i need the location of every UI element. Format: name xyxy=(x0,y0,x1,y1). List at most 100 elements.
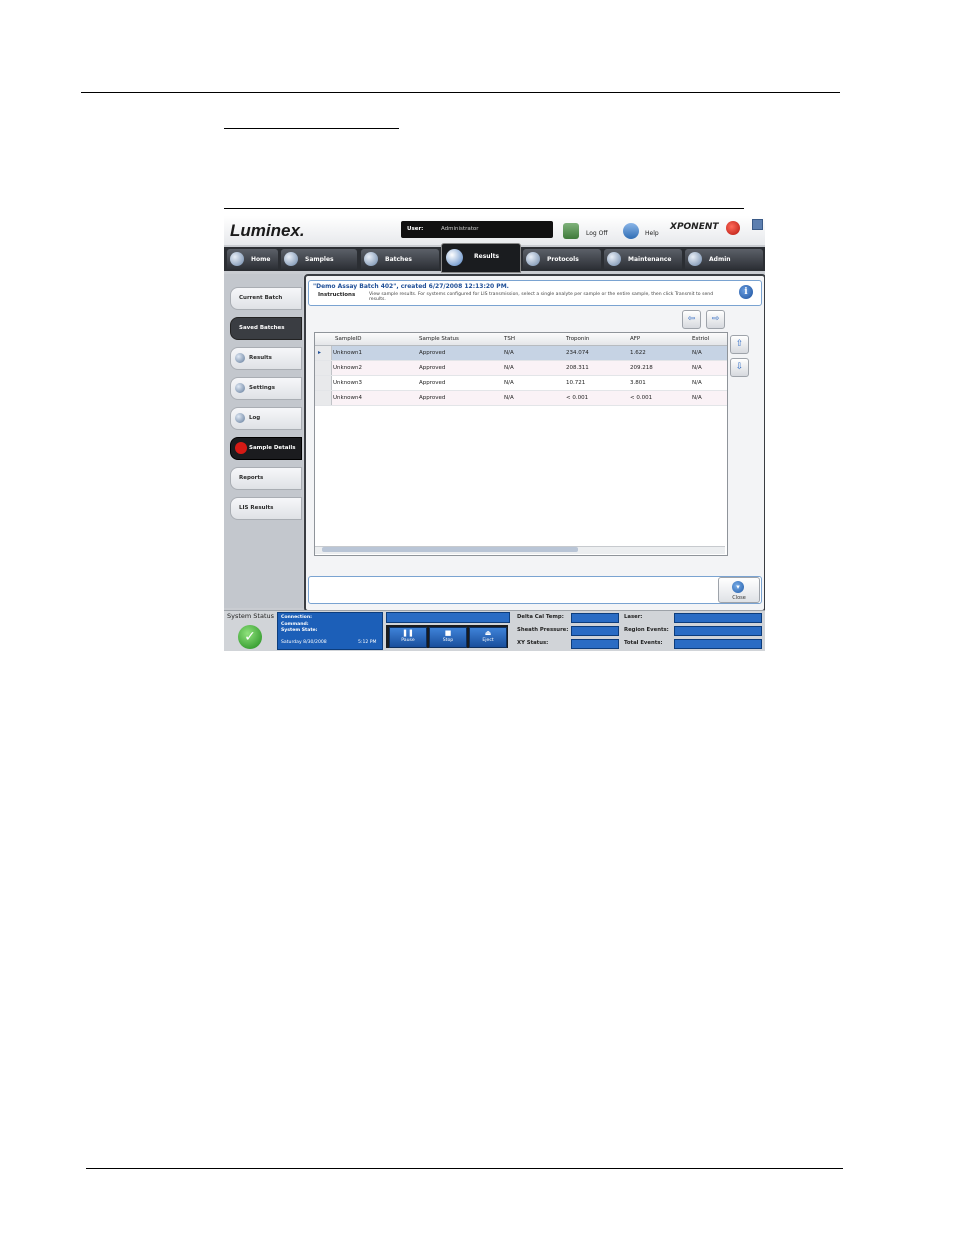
cell: 209.218 xyxy=(630,365,653,371)
sidebar-item-lis-results[interactable]: LIS Results xyxy=(230,497,302,520)
laser-label: Laser: xyxy=(624,614,643,620)
luminex-logo: Luminex. xyxy=(230,221,305,240)
batch-title: "Demo Assay Batch 402", created 6/27/200… xyxy=(313,283,509,290)
cell: N/A xyxy=(692,365,702,371)
column-header[interactable]: TSH xyxy=(504,336,515,342)
sidebar-item-log[interactable]: Log xyxy=(230,407,302,430)
table-row[interactable]: ▸ Unknown1 Approved N/A 234.074 1.622 N/… xyxy=(315,346,727,361)
tab-label: Batches xyxy=(385,256,412,263)
tab-label: Home xyxy=(251,256,271,263)
eject-label: Eject xyxy=(482,638,494,643)
sidebar-item-label: LIS Results xyxy=(239,505,274,511)
tab-protocols[interactable]: Protocols xyxy=(523,249,601,269)
row-selector[interactable] xyxy=(315,376,332,390)
up-arrow-button[interactable]: ⇧ xyxy=(730,335,749,354)
tab-maintenance[interactable]: Maintenance xyxy=(604,249,682,269)
instructions-text: View sample results. For systems configu… xyxy=(369,292,714,303)
cell: Approved xyxy=(419,365,446,371)
close-button[interactable]: ▾ Close xyxy=(718,577,760,603)
column-header[interactable]: Sample Status xyxy=(419,336,459,342)
help-icon[interactable] xyxy=(623,223,639,239)
samples-icon xyxy=(284,252,298,266)
system-state-label: System State: xyxy=(281,628,318,633)
info-icon[interactable]: i xyxy=(739,285,753,299)
logoff-icon[interactable] xyxy=(563,223,579,239)
user-label: User: xyxy=(407,226,424,232)
table-row[interactable]: Unknown3 Approved N/A 10.721 3.801 N/A xyxy=(315,376,727,391)
column-header[interactable]: Troponin xyxy=(566,336,589,342)
total-events-label: Total Events: xyxy=(624,640,663,646)
maintenance-icon xyxy=(607,252,621,266)
table-row[interactable]: Unknown4 Approved N/A < 0.001 < 0.001 N/… xyxy=(315,391,727,406)
logoff-button[interactable]: Log Off xyxy=(586,230,607,237)
cell: Unknown4 xyxy=(333,395,363,401)
cell: Approved xyxy=(419,395,446,401)
status-time: 5:12 PM xyxy=(358,640,377,645)
sidebar-item-label: Settings xyxy=(249,385,275,391)
column-header[interactable]: AFP xyxy=(630,336,640,342)
tab-admin[interactable]: Admin xyxy=(685,249,763,269)
cell: < 0.001 xyxy=(566,395,589,401)
scrollbar-thumb[interactable] xyxy=(322,547,578,552)
sidebar-item-label: Sample Details xyxy=(249,445,296,451)
eject-button[interactable]: ⏏ Eject xyxy=(469,627,507,648)
tab-home[interactable]: Home xyxy=(227,249,278,269)
command-label: Command: xyxy=(281,622,309,627)
xponent-window: Luminex. User: Administrator Log Off Hel… xyxy=(224,216,765,651)
connection-panel: Connection: Command: System State: Satur… xyxy=(277,612,383,650)
sheath-pressure-value xyxy=(571,626,619,636)
cell: Approved xyxy=(419,350,446,356)
results-grid: SampleID Sample Status TSH Troponin AFP … xyxy=(314,332,728,556)
sidebar-item-current-batch[interactable]: Current Batch xyxy=(230,287,302,310)
right-arrow-button[interactable]: ⇨ xyxy=(706,310,725,329)
region-events-label: Region Events: xyxy=(624,627,669,633)
sidebar-item-results[interactable]: Results xyxy=(230,347,302,370)
sidebar-item-label: Current Batch xyxy=(239,295,283,301)
panel-footer xyxy=(308,576,762,604)
row-selector[interactable] xyxy=(315,391,332,405)
column-header[interactable]: Estriol xyxy=(692,336,709,342)
pause-button[interactable]: ❚❚ Pause xyxy=(389,627,427,648)
xy-status-label: XY Status: xyxy=(517,640,549,646)
system-status-label: System Status xyxy=(227,612,275,620)
pause-label: Pause xyxy=(401,638,415,643)
row-selector[interactable] xyxy=(315,361,332,375)
close-icon: ▾ xyxy=(732,581,744,593)
results-icon xyxy=(446,249,463,266)
cell: N/A xyxy=(692,350,702,356)
tab-samples[interactable]: Samples xyxy=(281,249,357,269)
sidebar-item-label: Saved Batches xyxy=(239,325,285,331)
connection-label: Connection: xyxy=(281,615,312,620)
instructions-label: Instructions xyxy=(318,292,356,298)
settings-sub-icon xyxy=(235,383,245,393)
heading-underline xyxy=(224,128,399,129)
help-button[interactable]: Help xyxy=(645,230,659,237)
cell: 1.622 xyxy=(630,350,646,356)
delta-cal-temp-label: Delta Cal Temp: xyxy=(517,614,564,620)
sidebar-item-label: Results xyxy=(249,355,272,361)
row-pointer-icon: ▸ xyxy=(318,349,322,356)
left-arrow-button[interactable]: ⇦ xyxy=(682,310,701,329)
check-icon[interactable]: ✓ xyxy=(238,625,262,649)
down-arrow-button[interactable]: ⇩ xyxy=(730,358,749,377)
tab-label: Admin xyxy=(709,256,731,263)
progress-bar xyxy=(386,612,510,623)
sidebar-item-saved-batches[interactable]: Saved Batches xyxy=(230,317,302,340)
tab-batches[interactable]: Batches xyxy=(361,249,439,269)
xy-status-value xyxy=(571,639,619,649)
table-row[interactable]: Unknown2 Approved N/A 208.311 209.218 N/… xyxy=(315,361,727,376)
cell: 10.721 xyxy=(566,380,586,386)
stop-button[interactable]: ■ Stop xyxy=(429,627,467,648)
sidebar-item-sample-details[interactable]: Sample Details xyxy=(230,437,302,460)
column-header[interactable]: SampleID xyxy=(335,336,361,342)
window-menu-icon[interactable] xyxy=(752,219,763,230)
row-selector[interactable]: ▸ xyxy=(315,346,332,360)
stop-icon: ■ xyxy=(444,629,452,637)
tab-label: Results xyxy=(474,253,500,260)
sidebar-item-settings[interactable]: Settings xyxy=(230,377,302,400)
sidebar-item-reports[interactable]: Reports xyxy=(230,467,302,490)
caption-rule xyxy=(224,208,744,209)
tab-label: Maintenance xyxy=(628,256,672,263)
cell: N/A xyxy=(504,350,514,356)
tab-results[interactable]: Results xyxy=(441,243,521,273)
